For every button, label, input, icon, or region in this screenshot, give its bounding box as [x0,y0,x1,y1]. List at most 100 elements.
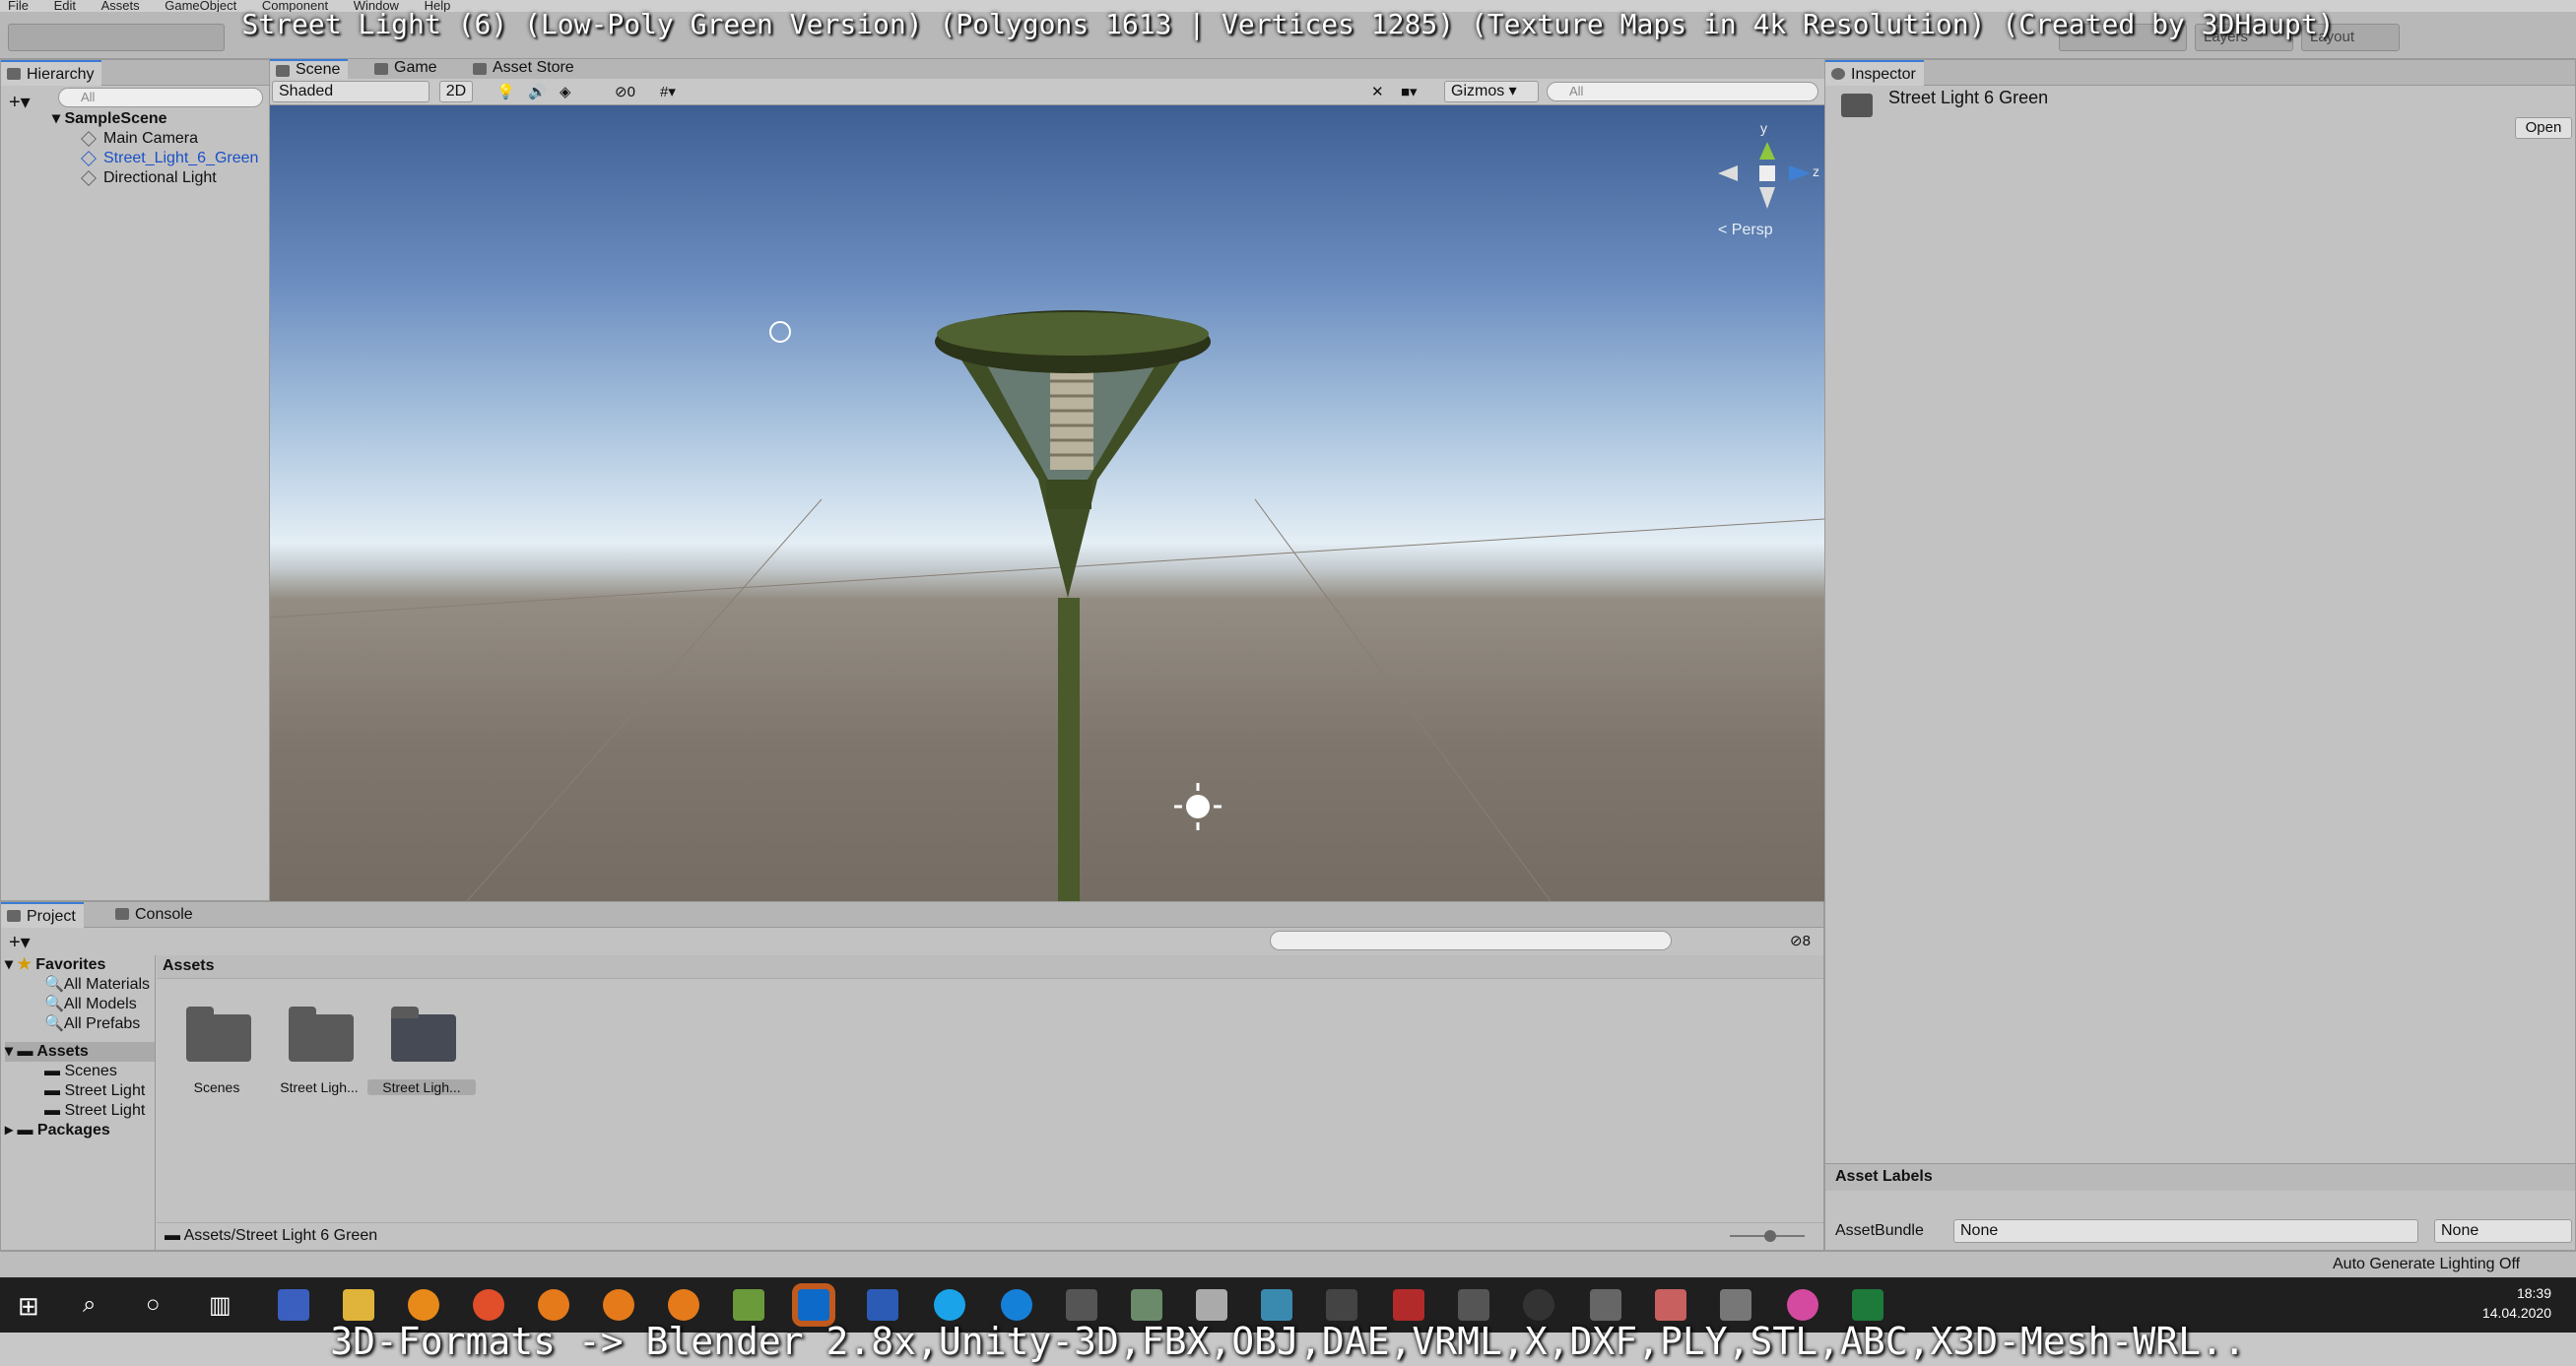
asset-item-street-light-1[interactable]: Street Ligh... [265,1079,373,1095]
gameobject-icon [81,130,97,147]
tab-scene[interactable]: Scene [270,59,349,79]
favorite-label: All Materials [63,976,151,993]
create-icon[interactable]: +▾ [9,930,31,954]
favorite-label: All Prefabs [63,1015,141,1032]
hierarchy-item-label: Street_Light_6_Green [103,150,259,166]
folder-icon[interactable] [289,1007,354,1062]
add-icon[interactable]: +▾ [9,90,31,114]
tree-scenes[interactable]: ▬ Scenes [44,1062,117,1081]
app-icon[interactable] [1326,1289,1357,1321]
clock-time[interactable]: 18:39 [2482,1285,2551,1301]
hierarchy-search-input[interactable]: All [58,88,263,107]
app-icon[interactable] [1261,1289,1292,1321]
search-icon[interactable]: ⌕ [83,1291,96,1319]
axis-y-label: y [1760,120,1767,136]
hidden-packages-counter[interactable]: ⊘8 [1790,932,1811,949]
word-icon[interactable] [867,1289,898,1321]
project-breadcrumb[interactable]: Assets [157,955,1823,979]
scene-search-input[interactable]: All [1547,82,1818,101]
tab-game[interactable]: Game [368,59,445,79]
tree-street-light-1[interactable]: ▬ Street Light [44,1081,145,1101]
windows-start-icon[interactable]: ⊞ [18,1291,39,1322]
packages-folder[interactable]: ▸ ▬ Packages [5,1121,110,1140]
audio-toggle-icon[interactable]: 🔊 [528,83,547,100]
persp-label[interactable]: < Persp [1718,222,1773,239]
grid-toggle-icon[interactable]: #▾ [660,83,676,100]
assets-folder[interactable]: ▾ ▬ Assets [5,1042,155,1062]
favorite-label: All Models [63,996,137,1012]
edge-icon[interactable] [1001,1289,1032,1321]
app-icon[interactable] [408,1289,439,1321]
cortana-icon[interactable]: ○ [146,1291,161,1319]
video-title-overlay: Street Light (6) (Low-Poly Green Version… [241,8,2335,40]
orientation-gizmo[interactable]: y z [1708,120,1824,219]
blender-icon[interactable] [668,1289,699,1321]
unity-icon[interactable] [1590,1289,1621,1321]
tab-inspector-label: Inspector [1851,66,1916,83]
scene-viewport[interactable]: y z < Persp [270,105,1824,901]
blender-icon[interactable] [603,1289,634,1321]
save-app-icon[interactable] [278,1289,309,1321]
folder-icon[interactable] [391,1007,456,1062]
shading-dropdown[interactable]: Shaded [272,81,429,102]
store-icon [473,63,487,75]
hierarchy-item-label: Directional Light [103,169,217,186]
scene-root-label: SampleScene [64,110,167,127]
scene-root[interactable]: ▾ SampleScene [52,109,167,129]
favorite-all-models[interactable]: 🔍All Models [44,995,137,1014]
unity-icon[interactable] [1458,1289,1489,1321]
favorite-all-prefabs[interactable]: 🔍All Prefabs [44,1014,140,1034]
zoom-slider-handle[interactable] [1764,1230,1776,1242]
file-explorer-icon[interactable] [343,1289,374,1321]
app-icon[interactable] [1655,1289,1686,1321]
outlook-icon[interactable] [792,1283,835,1327]
inspector-panel: Inspector Street Light 6 Green Open Asse… [1824,59,2576,1251]
assetbundle-dropdown[interactable]: None [1953,1219,2418,1243]
tab-hierarchy[interactable]: Hierarchy [1,60,102,86]
hierarchy-item-main-camera[interactable]: Main Camera [81,129,198,149]
access-icon[interactable] [1393,1289,1424,1321]
excel-icon[interactable] [1852,1289,1883,1321]
app-icon[interactable] [1131,1289,1162,1321]
folder-icon[interactable] [186,1007,251,1062]
asset-path: ▬ Assets/Street Light 6 Green [157,1222,1823,1250]
favorites-folder[interactable]: ▾ ★ Favorites [5,955,105,975]
filter-count: 8 [1802,933,1811,949]
asset-path-label: Assets/Street Light 6 Green [183,1227,378,1244]
open-button[interactable]: Open [2515,117,2572,139]
inspector-object-name: Street Light 6 Green [1888,88,2049,107]
task-view-icon[interactable]: ▥ [209,1291,231,1320]
vectorworks-icon[interactable] [1196,1289,1227,1321]
2d-toggle[interactable]: 2D [439,81,473,102]
app-icon[interactable] [1523,1289,1554,1321]
tab-inspector[interactable]: Inspector [1825,60,1924,86]
gizmos-dropdown[interactable]: Gizmos ▾ [1444,81,1539,102]
asset-item-scenes[interactable]: Scenes [163,1079,271,1095]
project-search-input[interactable] [1270,931,1672,950]
hierarchy-item-street-light[interactable]: Street_Light_6_Green [81,149,259,168]
gameobject-icon [81,169,97,186]
maps-icon[interactable] [1787,1289,1818,1321]
tab-console[interactable]: Console [109,902,201,928]
app-icon[interactable] [733,1289,764,1321]
lighting-status: Auto Generate Lighting Off [2333,1256,2521,1272]
hidden-objects-counter[interactable]: ⊘0 [615,83,635,100]
effects-toggle-icon[interactable]: ◈ [560,83,571,100]
3d-viewer-icon[interactable] [1066,1289,1097,1321]
calculator-icon[interactable] [1720,1289,1751,1321]
tree-street-light-2[interactable]: ▬ Street Light [44,1101,145,1121]
tab-project[interactable]: Project [1,902,84,928]
tools-icon[interactable]: ✕ [1371,83,1384,100]
favorite-all-materials[interactable]: 🔍All Materials [44,975,150,995]
lighting-toggle-icon[interactable]: 💡 [496,83,515,100]
clock-date[interactable]: 14.04.2020 [2473,1305,2551,1321]
assetbundle-variant-dropdown[interactable]: None [2434,1219,2572,1243]
skype-icon[interactable] [934,1289,965,1321]
hierarchy-item-directional-light[interactable]: Directional Light [81,168,217,188]
console-icon [115,908,129,920]
asset-item-street-light-2[interactable]: Street Ligh... [367,1079,476,1095]
camera-icon[interactable]: ■▾ [1401,83,1418,100]
blender-icon[interactable] [538,1289,569,1321]
tab-asset-store[interactable]: Asset Store [467,59,582,79]
firefox-icon[interactable] [473,1289,504,1321]
